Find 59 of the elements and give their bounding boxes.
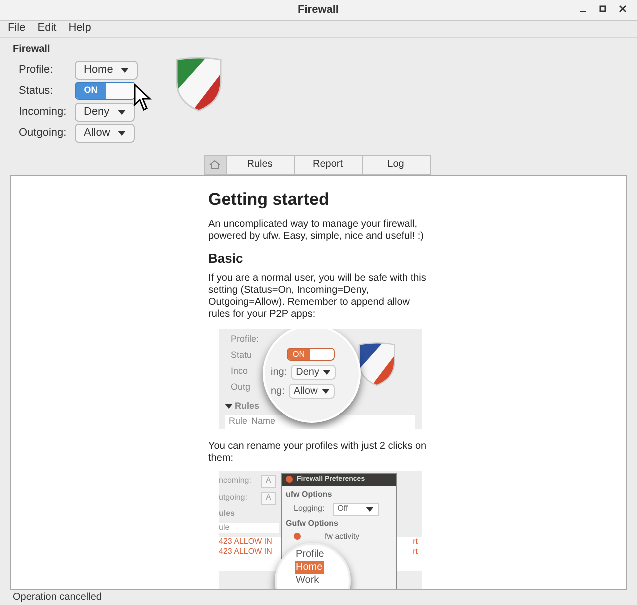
shield-icon (174, 56, 224, 112)
caret-icon (225, 404, 233, 409)
subheading: Basic (208, 250, 244, 267)
menu-item[interactable]: File (8, 20, 26, 37)
caret-icon (118, 130, 126, 136)
dropdown[interactable]: Home (75, 60, 138, 80)
form-label: ncoming: (219, 476, 252, 486)
section-label: Rules (235, 400, 260, 412)
setting-label: Outgoing: (19, 126, 68, 141)
profile-item: Home (295, 560, 324, 574)
rule-row: 423 ALLOW IN (219, 546, 272, 557)
paragraph: You can rename your profiles with just 2 clicks on them: (208, 440, 428, 465)
menu-item[interactable]: Edit (38, 20, 57, 37)
setting-label: Incoming: (19, 104, 68, 120)
option-label: fw activity (325, 532, 360, 542)
window-title: Firewall (298, 2, 339, 18)
column-header: Rule (229, 416, 248, 428)
paragraph: If you are a normal user, you will be safe with this setting (Status=On, Incoming=Deny, Outgoing=Allow). Remember to append allow rules for your P2P apps: (208, 272, 428, 321)
close-icon[interactable] (619, 5, 627, 13)
section-label: ules (219, 508, 236, 519)
caret-icon (118, 110, 126, 115)
form-label: Outg (231, 382, 251, 393)
rule-row: 423 ALLOW IN (219, 536, 272, 547)
caret-icon (121, 68, 130, 73)
section-title: Firewall (13, 42, 52, 57)
cursor-icon (134, 84, 152, 112)
table-header: ule (219, 522, 279, 533)
group-title: ufw Options (286, 490, 334, 500)
rule-row: rt (413, 536, 418, 547)
caret-icon (322, 389, 330, 394)
form-label: Statu (231, 350, 252, 361)
form-label: Inco (231, 366, 248, 377)
paragraph: An uncomplicated way to manage your firewall, powered by ufw. Easy, simple, nice and useful! :) (208, 218, 425, 243)
close-icon (286, 476, 293, 484)
dropdown[interactable]: Allow (75, 124, 136, 143)
home-tab[interactable] (204, 154, 226, 175)
caret-icon (323, 370, 332, 376)
setting-label: Status: (19, 84, 54, 99)
caret-icon (366, 506, 374, 512)
maximize-icon[interactable] (599, 5, 607, 13)
heading: Getting started (208, 190, 330, 210)
setting-label: Profile: (19, 62, 54, 78)
form-label: Logging: (294, 504, 325, 514)
dropdown[interactable]: Deny (75, 102, 135, 122)
status-text: Operation cancelled (13, 591, 102, 605)
menu-item[interactable]: Help (68, 20, 92, 37)
profile-item: Work (295, 574, 320, 587)
tab[interactable]: Log (362, 154, 430, 175)
form-label: utgoing: (219, 493, 248, 504)
column-header: Name (252, 416, 276, 428)
tab[interactable]: Rules (226, 154, 294, 175)
rule-row: rt (413, 546, 418, 557)
tab[interactable]: Report (294, 154, 362, 175)
form-label: Profile: (231, 334, 260, 345)
home-icon (209, 160, 221, 170)
profile-item: Profile (295, 548, 326, 561)
form-label: ing: (271, 366, 288, 379)
group-title: Gufw Options (286, 518, 340, 529)
form-label: ng: (271, 386, 285, 398)
